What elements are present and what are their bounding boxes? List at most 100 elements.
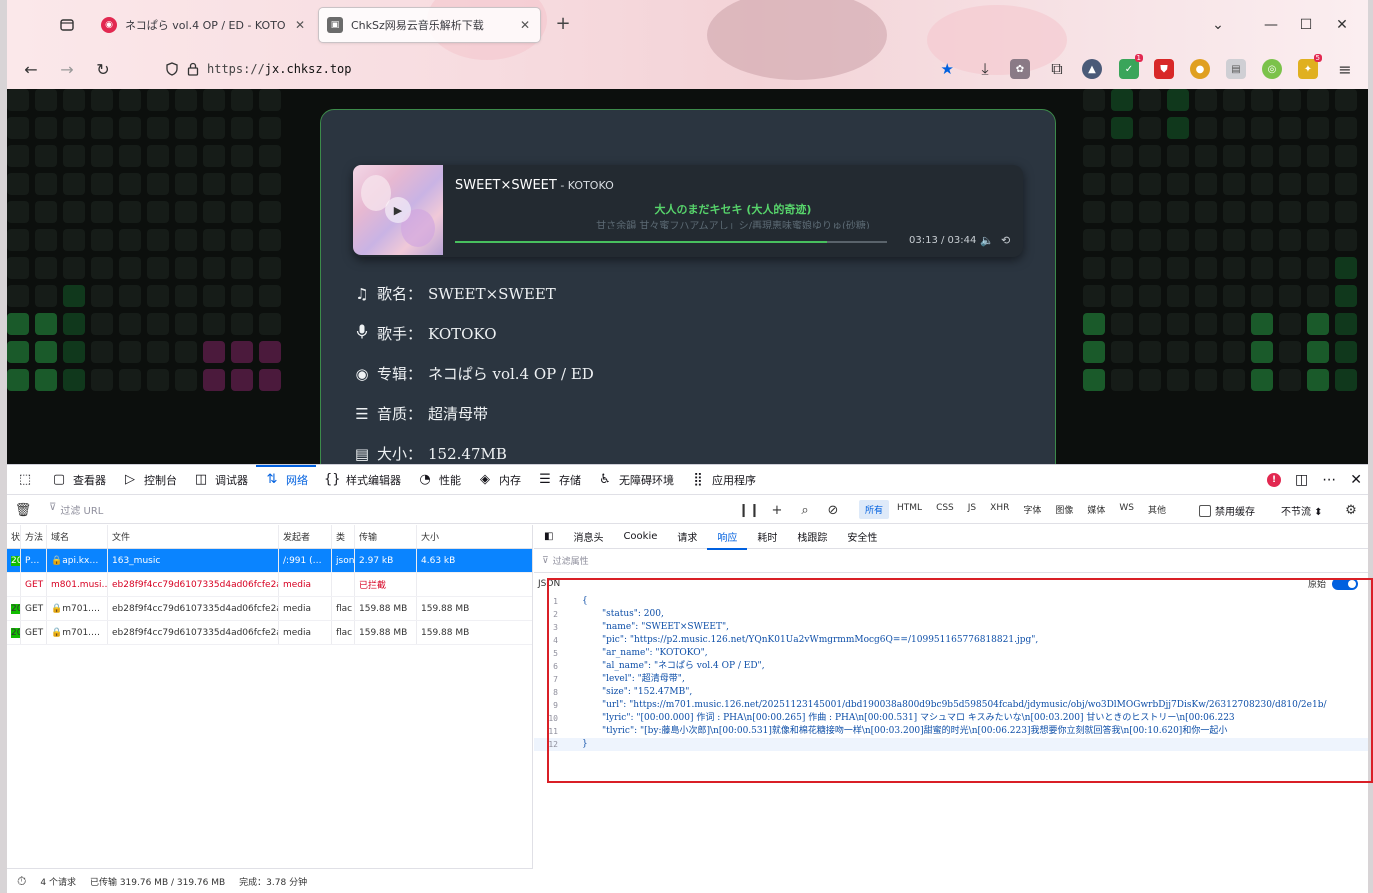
tracking-shield-icon[interactable] bbox=[165, 62, 179, 76]
ublock-icon[interactable]: ⛊ bbox=[1154, 59, 1174, 79]
maximize-button[interactable]: ☐ bbox=[1295, 14, 1317, 36]
devtools-tab-6[interactable]: ◈ 内存 bbox=[469, 465, 529, 495]
sidebar-toggle-icon[interactable]: ◧ bbox=[534, 525, 563, 549]
add-request-icon[interactable]: + bbox=[767, 500, 787, 520]
checkbox-box[interactable] bbox=[1199, 504, 1211, 517]
url-text[interactable]: https://jx.chksz.top bbox=[207, 62, 352, 76]
new-tab-button[interactable]: + bbox=[552, 13, 574, 35]
table-row[interactable]: 20GET🔒 m701.…eb28f9f4cc79d6107335d4ad06f… bbox=[7, 597, 532, 621]
code-line[interactable]: 12} bbox=[534, 738, 1368, 751]
list-all-tabs-button[interactable]: ⌄ bbox=[1207, 14, 1229, 36]
tab-chksz[interactable]: ▣ ChkSz网易云音乐解析下载 ✕ bbox=[319, 8, 540, 42]
back-button[interactable]: ← bbox=[19, 57, 43, 81]
code-line[interactable]: 8 "size": "152.47MB", bbox=[534, 686, 1368, 699]
devtools-tab-4[interactable]: {} 样式编辑器 bbox=[316, 465, 409, 495]
bookmark-star-icon[interactable]: ★ bbox=[941, 60, 954, 78]
url-bar[interactable]: https://jx.chksz.top ★ bbox=[157, 55, 962, 83]
devtools-tab-3[interactable]: ⇅ 网络 bbox=[256, 464, 316, 495]
close-devtools-icon[interactable]: ✕ bbox=[1350, 472, 1362, 488]
lock-icon[interactable] bbox=[187, 62, 199, 76]
details-tab-2[interactable]: 请求 bbox=[667, 525, 707, 549]
trash-icon[interactable]: 🗑 bbox=[13, 500, 33, 520]
filter-type-7[interactable]: 媒体 bbox=[1081, 500, 1111, 519]
filter-type-9[interactable]: 其他 bbox=[1142, 500, 1172, 519]
column-header[interactable]: 文件 bbox=[108, 525, 279, 548]
devtools-tab-7[interactable]: ☰ 存储 bbox=[529, 465, 589, 495]
throttle-select[interactable]: 不节流 ⬍ bbox=[1281, 503, 1323, 518]
code-line[interactable]: 5 "ar_name": "KOTOKO", bbox=[534, 647, 1368, 660]
code-line[interactable]: 3 "name": "SWEET×SWEET", bbox=[534, 621, 1368, 634]
raw-switch[interactable] bbox=[1332, 577, 1358, 590]
minimize-button[interactable]: — bbox=[1260, 14, 1282, 36]
code-line[interactable]: 6 "al_name": "ネコぱら vol.4 OP / ED", bbox=[534, 660, 1368, 673]
devtools-tab-0[interactable]: ▢ 查看器 bbox=[43, 465, 114, 495]
stopwatch-icon[interactable]: ⏱ bbox=[17, 874, 26, 889]
code-line[interactable]: 2 "status": 200, bbox=[534, 608, 1368, 621]
extension-icon[interactable]: ✿ bbox=[1010, 59, 1030, 79]
column-header[interactable]: 方法 bbox=[21, 525, 47, 548]
extension-icon[interactable]: ● bbox=[1190, 59, 1210, 79]
filter-url-input[interactable]: ⊽ 过滤 URL bbox=[49, 502, 103, 517]
downloads-icon[interactable]: ⤓ bbox=[973, 57, 997, 81]
search-icon[interactable]: ⌕ bbox=[795, 500, 815, 520]
code-line[interactable]: 11 "tlyric": "[by:藤島小次郎]\n[00:00.531]就像和棉… bbox=[534, 725, 1368, 738]
tab-list-button[interactable] bbox=[55, 13, 79, 37]
details-tab-0[interactable]: 消息头 bbox=[563, 525, 613, 549]
response-code-view[interactable]: 1{2 "status": 200, 3 "name": "SWEET×SWEET",… bbox=[534, 595, 1368, 775]
extension-icon[interactable]: ✦ 5 bbox=[1298, 54, 1322, 79]
code-line[interactable]: 4 "pic": "https://p2.music.126.net/YQnK01… bbox=[534, 634, 1368, 647]
error-count-badge[interactable]: ! bbox=[1267, 473, 1282, 487]
devtools-tab-2[interactable]: ◫ 调试器 bbox=[185, 465, 256, 495]
extension-icon[interactable]: ▲ bbox=[1082, 59, 1102, 79]
volume-icon[interactable]: 🔈 bbox=[980, 234, 994, 247]
repeat-icon[interactable]: ⟲ bbox=[1001, 234, 1010, 247]
devtools-tab-9[interactable]: ⣿ 应用程序 bbox=[682, 465, 764, 495]
filter-type-5[interactable]: 字体 bbox=[1017, 500, 1047, 519]
details-tab-3[interactable]: 响应 bbox=[707, 525, 748, 550]
album-cover[interactable]: ▶ bbox=[353, 165, 443, 255]
close-tab-icon[interactable]: ✕ bbox=[293, 18, 307, 32]
close-window-button[interactable]: ✕ bbox=[1331, 14, 1353, 36]
details-tab-5[interactable]: 栈跟踪 bbox=[787, 525, 837, 549]
devtools-tab-1[interactable]: ▷ 控制台 bbox=[114, 465, 185, 495]
filter-type-8[interactable]: WS bbox=[1113, 500, 1140, 519]
disable-cache-checkbox[interactable]: 禁用缓存 bbox=[1199, 503, 1255, 518]
code-line[interactable]: 9 "url": "https://m701.music.126.net/2025… bbox=[534, 699, 1368, 712]
block-requests-icon[interactable]: ⊘ bbox=[823, 500, 843, 520]
pause-icon[interactable]: ❙❙ bbox=[738, 500, 760, 520]
column-header[interactable]: 发起者 bbox=[279, 525, 332, 548]
gear-icon[interactable]: ⚙ bbox=[1341, 500, 1361, 520]
extension-icon[interactable]: ◎ bbox=[1262, 59, 1282, 79]
filter-type-2[interactable]: CSS bbox=[930, 500, 960, 519]
column-header[interactable]: 状 bbox=[7, 525, 21, 548]
filter-type-1[interactable]: HTML bbox=[891, 500, 928, 519]
devtools-tab-8[interactable]: ♿ 无障碍环境 bbox=[589, 465, 682, 495]
extensions-puzzle-icon[interactable]: ⧉ bbox=[1045, 57, 1069, 81]
table-row[interactable]: 20GET🔒 m701.…eb28f9f4cc79d6107335d4ad06f… bbox=[7, 621, 532, 645]
table-row[interactable]: GET m801.musi… eb28f9f4cc79d6107335d4ad06f… bbox=[7, 573, 532, 597]
json-label[interactable]: JSON bbox=[538, 579, 560, 589]
column-header[interactable]: 大小 bbox=[417, 525, 527, 548]
column-header[interactable]: 域名 bbox=[47, 525, 108, 548]
tab-netease[interactable]: ◉ ネコぱら vol.4 OP / ED - KOTOKO ✕ bbox=[93, 8, 315, 42]
element-picker-icon[interactable]: ⬚ bbox=[7, 465, 43, 495]
filter-type-6[interactable]: 图像 bbox=[1049, 500, 1079, 519]
details-tab-4[interactable]: 耗时 bbox=[747, 525, 787, 549]
devtools-tab-5[interactable]: ◔ 性能 bbox=[409, 465, 469, 495]
code-line[interactable]: 10 "lyric": "[00:00.000] 作词 : PHA\n[00:00… bbox=[534, 712, 1368, 725]
reload-button[interactable]: ↻ bbox=[91, 57, 115, 81]
close-tab-icon[interactable]: ✕ bbox=[518, 18, 532, 32]
filter-type-3[interactable]: JS bbox=[962, 500, 982, 519]
forward-button[interactable]: → bbox=[55, 57, 79, 81]
details-tab-1[interactable]: Cookie bbox=[613, 525, 667, 549]
code-line[interactable]: 1{ bbox=[534, 595, 1368, 608]
progress-bar[interactable] bbox=[455, 241, 887, 243]
code-line[interactable]: 7 "level": "超清母带", bbox=[534, 673, 1368, 686]
more-options-icon[interactable]: ⋯ bbox=[1322, 472, 1336, 488]
play-icon[interactable]: ▶ bbox=[385, 197, 411, 223]
extension-icon[interactable]: ✓ 1 bbox=[1119, 54, 1143, 79]
menu-icon[interactable]: ≡ bbox=[1333, 57, 1357, 81]
filter-type-0[interactable]: 所有 bbox=[859, 500, 890, 519]
raw-toggle[interactable]: 原始 bbox=[1308, 577, 1358, 590]
details-tab-6[interactable]: 安全性 bbox=[837, 525, 887, 549]
